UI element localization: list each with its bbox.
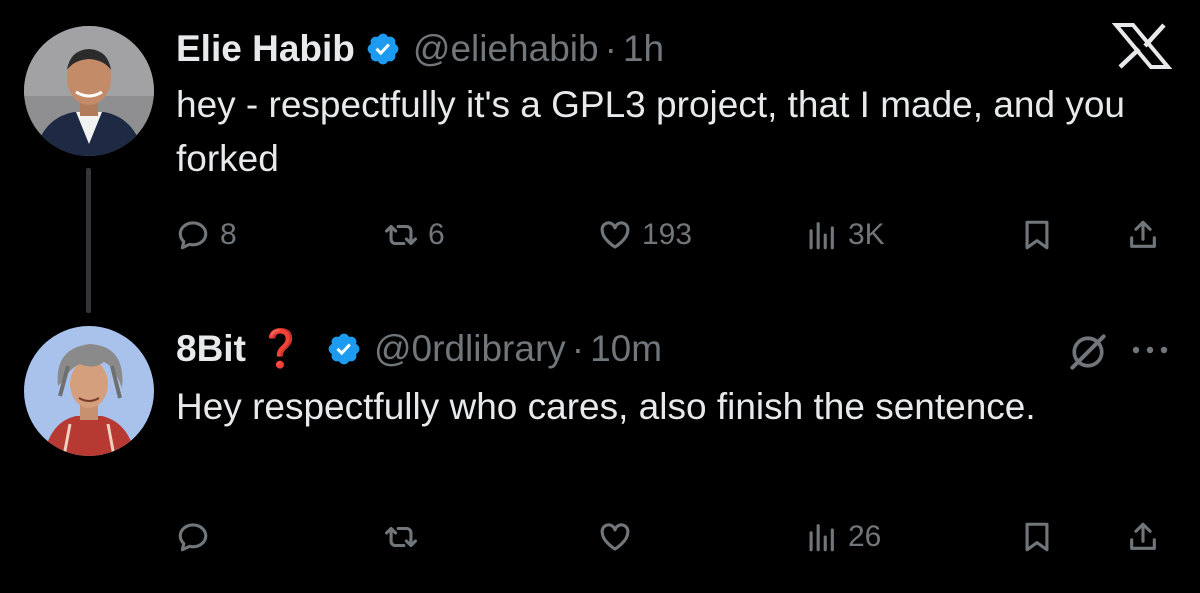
share-button[interactable]: [1126, 512, 1160, 562]
views-button[interactable]: 3K: [804, 210, 885, 260]
bookmark-button[interactable]: [1020, 512, 1054, 562]
x-logo-icon: [1112, 23, 1172, 69]
views-count: 3K: [848, 218, 885, 251]
verified-badge-icon[interactable]: [326, 331, 362, 367]
thread-connector-line: [86, 168, 91, 313]
views-count: 26: [848, 520, 882, 553]
header-separator: ·: [571, 328, 585, 369]
reply-icon: [178, 221, 208, 250]
repost-count: 6: [428, 218, 445, 251]
tweet-text: Hey respectfully who cares, also finish …: [176, 386, 1036, 427]
heart-icon: [600, 523, 630, 551]
share-icon: [1130, 522, 1156, 550]
more-icon[interactable]: [1126, 340, 1174, 360]
tweet-text: hey - respectfully it's a GPL3 project, …: [176, 84, 1125, 179]
tweet-timestamp[interactable]: 10m: [590, 328, 662, 370]
author-name[interactable]: 8Bit: [176, 328, 246, 370]
bookmark-icon: [1025, 220, 1049, 250]
reply-button[interactable]: [176, 512, 210, 562]
views-icon: [809, 222, 834, 250]
tweet-action-bar: 26: [176, 512, 1176, 562]
tweet-action-bar: 8 6 193 3K: [176, 210, 1176, 260]
bookmark-button[interactable]: [1020, 210, 1054, 260]
reply-count: 8: [220, 218, 237, 251]
repost-button[interactable]: [384, 512, 418, 562]
reply-button[interactable]: 8: [176, 210, 237, 260]
repost-icon: [384, 526, 418, 548]
repost-button[interactable]: 6: [384, 210, 445, 260]
avatar-8bit[interactable]: [24, 326, 154, 456]
share-button[interactable]: [1126, 210, 1160, 260]
share-icon: [1130, 220, 1156, 248]
name-emoji: ❓: [257, 327, 304, 369]
like-button[interactable]: 193: [598, 210, 692, 260]
author-handle[interactable]: @eliehabib: [413, 28, 599, 70]
tweet-timestamp[interactable]: 1h: [623, 28, 664, 70]
like-count: 193: [642, 218, 693, 251]
tweet-header: 8Bit ❓ @0rdlibrary · 10m: [176, 326, 662, 372]
avatar-elie-habib[interactable]: [24, 26, 154, 156]
heart-icon: [600, 221, 630, 249]
verified-badge-icon[interactable]: [365, 31, 401, 67]
tweet-header: Elie Habib @eliehabib · 1h: [176, 26, 664, 72]
views-icon: [809, 524, 834, 552]
repost-icon: [384, 224, 418, 246]
like-button[interactable]: [598, 512, 632, 562]
views-button[interactable]: 26: [804, 512, 881, 562]
header-separator: ·: [604, 28, 617, 69]
reply-icon: [178, 523, 208, 552]
bookmark-icon: [1025, 522, 1049, 552]
author-handle[interactable]: @0rdlibrary: [374, 328, 566, 370]
author-name[interactable]: Elie Habib: [176, 28, 355, 70]
mute-icon[interactable]: [1066, 330, 1110, 374]
